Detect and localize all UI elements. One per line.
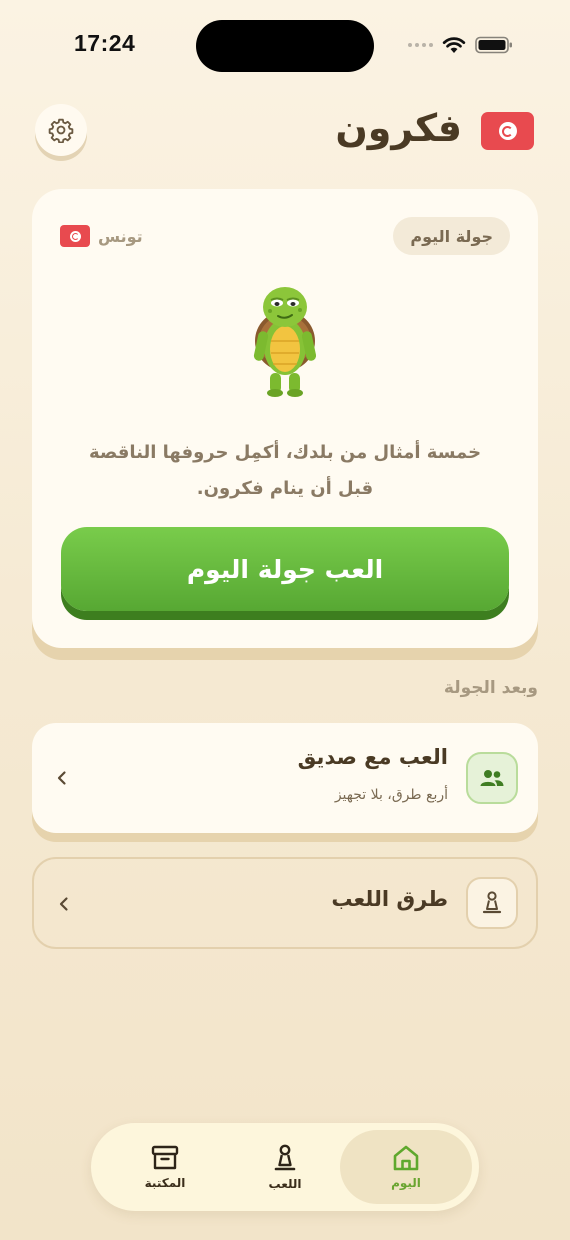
play-with-friend-title: العب مع صديق [297, 745, 448, 769]
ways-to-play-card[interactable]: طرق اللعب [32, 857, 538, 949]
chevron-left-icon [59, 897, 68, 911]
today-round-card: جولة اليوم تونس خمسة أمثال من بلدك، أكمِ… [32, 189, 538, 648]
status-time: 17:24 [74, 30, 136, 56]
tunisia-flag-icon[interactable] [481, 112, 534, 150]
wifi-icon [442, 37, 466, 53]
pawn-icon [274, 1144, 296, 1171]
archive-icon [151, 1145, 179, 1170]
dynamic-island [196, 20, 374, 72]
ways-to-play-title: طرق اللعب [331, 887, 448, 911]
turtle-mascot-icon [253, 287, 317, 397]
gear-icon [48, 118, 74, 143]
cellular-signal-icon [408, 43, 433, 47]
settings-button[interactable] [35, 104, 87, 156]
tab-today[interactable]: اليوم [340, 1130, 472, 1204]
battery-icon [475, 36, 512, 54]
users-icon [466, 752, 518, 804]
home-icon [393, 1145, 419, 1171]
chevron-left-icon [57, 771, 66, 785]
country-indicator: تونس [60, 225, 143, 247]
round-description: خمسة أمثال من بلدك، أكمِل حروفها الناقصة… [88, 442, 482, 499]
tab-label-library: المكتبة [144, 1176, 186, 1190]
tab-label-today: اليوم [391, 1176, 421, 1190]
tab-play[interactable]: اللعب [219, 1130, 351, 1204]
app-title: فكرون [335, 106, 462, 150]
section-label-after-round: وبعد الجولة [443, 678, 538, 698]
play-with-friend-subtitle: أربع طرق، بلا تجهيز [334, 787, 448, 803]
tab-label-play: اللعب [268, 1177, 302, 1191]
tab-bar: اليوم اللعب المكتبة [91, 1123, 479, 1211]
pawn-icon [466, 877, 518, 929]
round-badge: جولة اليوم [393, 217, 510, 255]
tab-library[interactable]: المكتبة [99, 1130, 231, 1204]
play-today-button[interactable]: العب جولة اليوم [61, 527, 509, 611]
play-with-friend-card[interactable]: العب مع صديق أربع طرق، بلا تجهيز [32, 723, 538, 833]
country-name: تونس [98, 226, 143, 246]
status-icons [408, 36, 513, 54]
tunisia-flag-icon [60, 225, 90, 247]
